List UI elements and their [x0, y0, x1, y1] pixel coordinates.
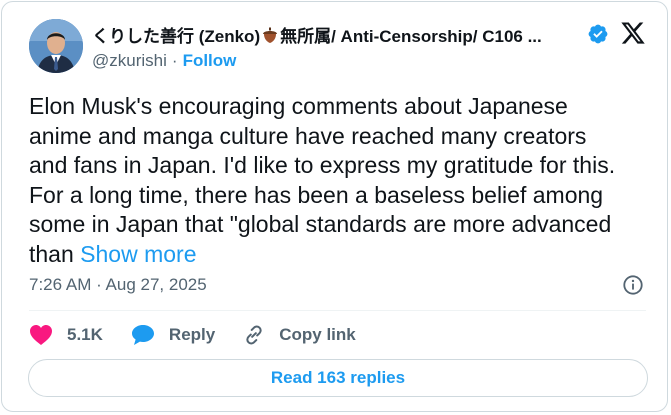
copy-link-button[interactable]: Copy link	[243, 324, 356, 346]
tweet-line: than	[29, 240, 74, 267]
x-logo-icon[interactable]	[620, 20, 646, 46]
tweet-card: くりした善行 (Zenko) 無所属/ Anti-Censorship/ C10…	[1, 1, 668, 412]
acorn-emoji-icon	[263, 27, 278, 43]
heart-icon	[30, 325, 52, 345]
reply-bubble-icon	[131, 325, 154, 345]
author-handle-row: @zkurishi · Follow	[92, 51, 236, 71]
follow-button[interactable]: Follow	[183, 51, 237, 70]
show-more-link[interactable]: Show more	[80, 241, 196, 267]
divider	[29, 310, 646, 311]
tweet-text: Elon Musk's encouraging comments about J…	[29, 92, 659, 269]
author-avatar[interactable]	[29, 19, 83, 73]
author-handle[interactable]: @zkurishi	[92, 51, 167, 70]
author-name-row[interactable]: くりした善行 (Zenko) 無所属/ Anti-Censorship/ C10…	[92, 22, 542, 47]
copy-link-label: Copy link	[279, 325, 356, 344]
author-name-suffix[interactable]: 無所属/ Anti-Censorship/ C106 ...	[280, 22, 542, 47]
reply-button[interactable]: Reply	[131, 324, 215, 346]
tweet-line: some in Japan that "global standards are…	[29, 211, 612, 237]
verified-badge-icon	[588, 24, 608, 44]
reply-label: Reply	[168, 325, 216, 344]
tweet-line: Elon Musk's encouraging comments about J…	[29, 93, 568, 119]
tweet-line: For a long time, there has been a basele…	[29, 181, 604, 208]
tweet-line-last: than Show more	[29, 240, 659, 270]
link-icon	[246, 325, 262, 345]
info-icon[interactable]	[622, 274, 644, 296]
tweet-timestamp[interactable]: 7:26 AM · Aug 27, 2025	[29, 275, 207, 295]
like-button[interactable]: 5.1K	[29, 324, 103, 346]
read-replies-button[interactable]: Read 163 replies	[28, 359, 648, 397]
separator-dot: ·	[171, 51, 178, 70]
tweet-line: and fans in Japan. I'd like to express m…	[29, 152, 616, 178]
like-count: 5.1K	[67, 325, 103, 344]
author-name-prefix[interactable]: くりした善行 (Zenko)	[92, 22, 260, 47]
action-bar: 5.1K Reply Copy link	[29, 322, 384, 348]
tweet-line: anime and manga culture have reached man…	[29, 122, 587, 149]
